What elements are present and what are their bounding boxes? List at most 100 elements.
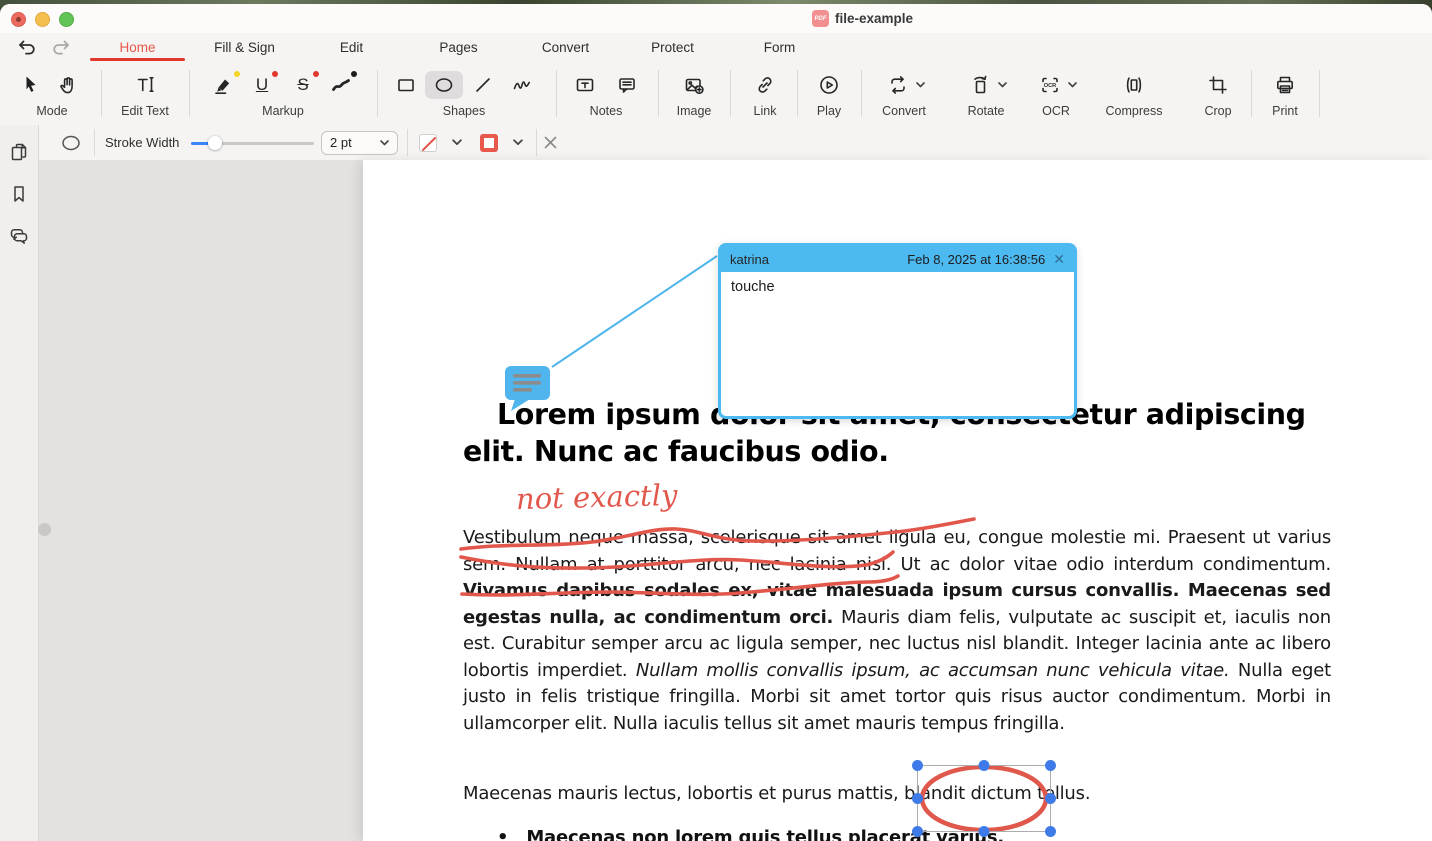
- play-presentation-button[interactable]: [814, 71, 844, 99]
- ribbon-tab-bar: Home Fill & Sign Edit Pages Convert Prot…: [0, 33, 1432, 63]
- pages-icon: [7, 140, 31, 164]
- resize-handle[interactable]: [912, 760, 923, 771]
- scribble-shape-button[interactable]: [507, 71, 537, 99]
- underline-color-dot: [272, 71, 278, 77]
- resize-handle[interactable]: [912, 826, 923, 837]
- tab-form[interactable]: Form: [726, 33, 833, 62]
- panel-resize-handle[interactable]: [38, 523, 51, 536]
- divider: [730, 70, 731, 117]
- group-label-convert: Convert: [882, 104, 926, 118]
- chevron-down-icon: [1068, 82, 1077, 88]
- resize-handle[interactable]: [979, 826, 990, 837]
- play-icon: [814, 71, 844, 99]
- highlight-tool-button[interactable]: [209, 71, 239, 99]
- stroke-color-dropdown[interactable]: [452, 125, 462, 160]
- cursor-icon: [16, 71, 46, 99]
- bookmark-icon: [7, 182, 31, 206]
- hand-icon: [53, 71, 83, 99]
- main-toolbar: U S: [0, 62, 1432, 126]
- tab-edit[interactable]: Edit: [298, 33, 405, 62]
- group-label-markup: Markup: [262, 104, 304, 118]
- rectangle-shape-button[interactable]: [391, 71, 421, 99]
- insert-link-button[interactable]: [750, 71, 780, 99]
- resize-handle[interactable]: [1045, 760, 1056, 771]
- stroke-width-select[interactable]: 2 pt: [321, 125, 398, 160]
- slider-thumb[interactable]: [208, 136, 222, 150]
- comment-note-button[interactable]: [612, 71, 642, 99]
- window-title: file-example: [835, 11, 913, 26]
- group-label-mode: Mode: [36, 104, 67, 118]
- rotate-button[interactable]: [965, 71, 1007, 99]
- minimize-window-button[interactable]: [35, 12, 50, 27]
- comment-author: katrina: [730, 252, 899, 267]
- chevron-down-icon: [380, 140, 389, 146]
- divider: [101, 70, 102, 117]
- tab-fill-sign[interactable]: Fill & Sign: [191, 33, 298, 62]
- comments-panel-button[interactable]: [7, 224, 31, 248]
- chevron-down-icon: [998, 82, 1007, 88]
- oval-shape-button[interactable]: [425, 71, 463, 99]
- tab-convert[interactable]: Convert: [512, 33, 619, 62]
- shape-type-indicator: [59, 125, 83, 160]
- stroke-color-swatch[interactable]: [419, 125, 437, 160]
- oval-icon: [425, 71, 463, 99]
- shape-properties-bar: Stroke Width 2 pt: [39, 125, 1432, 161]
- compress-button[interactable]: [1119, 71, 1149, 99]
- group-label-shapes: Shapes: [443, 104, 485, 118]
- resize-handle[interactable]: [979, 760, 990, 771]
- text-note-button[interactable]: [570, 71, 600, 99]
- stroke-width-slider[interactable]: [191, 125, 314, 160]
- ocr-icon: OCR: [1035, 71, 1065, 99]
- app-screen: PDF file-example Home Fill & Sign Edit P…: [0, 0, 1432, 841]
- ocr-button[interactable]: OCR: [1035, 71, 1077, 99]
- zoom-window-button[interactable]: [59, 12, 74, 27]
- close-window-button[interactable]: [11, 12, 26, 27]
- close-properties-button[interactable]: [543, 125, 558, 160]
- document-bullet-item: • Maecenas non lorem quis tellus placera…: [497, 827, 1004, 841]
- line-icon: [468, 71, 498, 99]
- resize-handle[interactable]: [912, 793, 923, 804]
- resize-handle[interactable]: [1045, 826, 1056, 837]
- close-icon[interactable]: ✕: [1053, 252, 1065, 266]
- print-button[interactable]: [1270, 71, 1300, 99]
- undo-button[interactable]: [16, 37, 38, 59]
- handwritten-annotation[interactable]: not exactly: [516, 478, 678, 516]
- edit-text-button[interactable]: [131, 71, 161, 99]
- redo-button[interactable]: [50, 37, 72, 59]
- group-label-link: Link: [754, 104, 777, 118]
- scribble-icon: [507, 71, 537, 99]
- bullet-glyph: •: [497, 827, 508, 841]
- pdf-file-icon: PDF: [812, 10, 829, 27]
- strikeout-color-dot: [313, 71, 319, 77]
- comment-popup-header[interactable]: katrina Feb 8, 2025 at 16:38:56 ✕: [721, 246, 1074, 272]
- bookmarks-panel-button[interactable]: [7, 182, 31, 206]
- comment-text[interactable]: touche: [721, 272, 1074, 302]
- note-annotation-icon[interactable]: [505, 366, 550, 414]
- tab-protect[interactable]: Protect: [619, 33, 726, 62]
- document-paragraph-1: Vestibulum neque massa, scelerisque sit …: [463, 525, 1331, 737]
- bullet-text: Maecenas non lorem quis tellus placerat …: [526, 827, 1004, 841]
- underline-tool-button[interactable]: U: [247, 71, 277, 99]
- comment-timestamp: Feb 8, 2025 at 16:38:56: [907, 252, 1045, 267]
- insert-image-button[interactable]: [679, 71, 709, 99]
- pen-tool-button[interactable]: [326, 71, 356, 99]
- resize-handle[interactable]: [1045, 793, 1056, 804]
- tab-pages[interactable]: Pages: [405, 33, 512, 62]
- tab-home[interactable]: Home: [84, 33, 191, 62]
- divider: [536, 129, 537, 156]
- fill-color-dropdown[interactable]: [513, 125, 523, 160]
- group-label-print: Print: [1272, 104, 1298, 118]
- strikeout-tool-button[interactable]: S: [288, 71, 318, 99]
- left-panel-strip: [0, 125, 39, 841]
- convert-button[interactable]: [883, 71, 925, 99]
- divider: [1319, 70, 1320, 117]
- crop-button[interactable]: [1203, 71, 1233, 99]
- divider: [377, 70, 378, 117]
- line-shape-button[interactable]: [468, 71, 498, 99]
- hand-mode-button[interactable]: [53, 71, 83, 99]
- fill-color-swatch[interactable]: [480, 125, 498, 160]
- select-mode-button[interactable]: [16, 71, 46, 99]
- highlighter-icon: [209, 71, 239, 99]
- thumbnails-panel-button[interactable]: [7, 140, 31, 164]
- group-label-edit-text: Edit Text: [121, 104, 169, 118]
